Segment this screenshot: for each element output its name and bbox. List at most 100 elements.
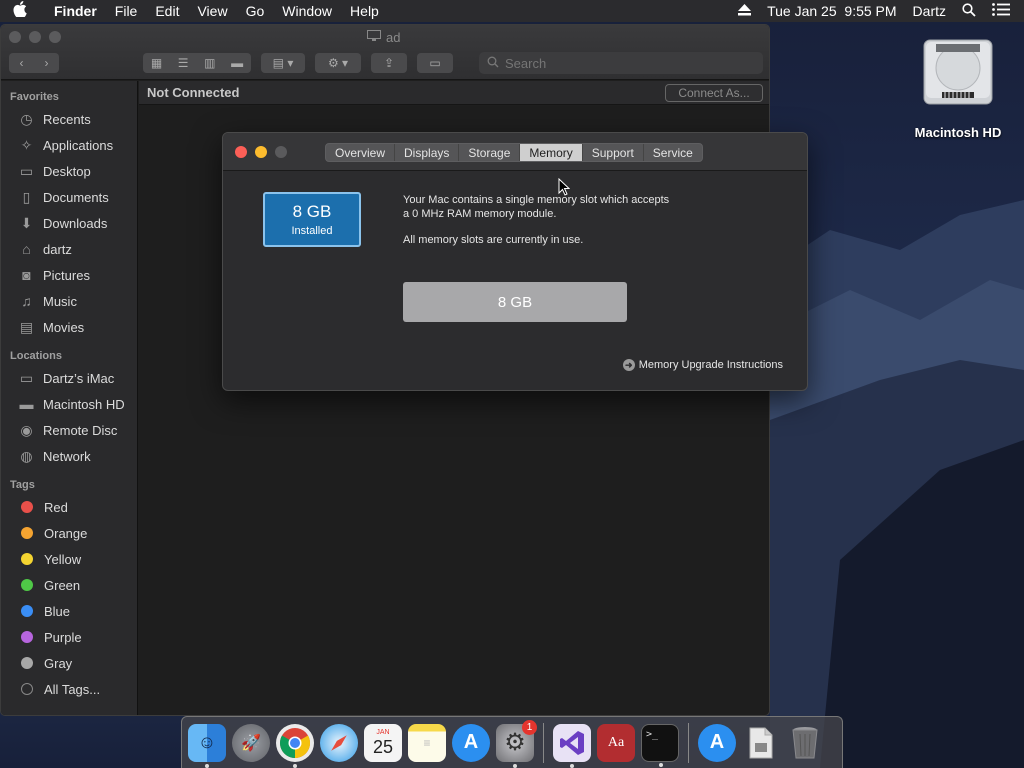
tag-dot-icon: [21, 579, 33, 591]
dialog-zoom-button[interactable]: [275, 146, 287, 158]
sidebar-tag-purple[interactable]: Purple: [1, 624, 137, 650]
sidebar-item-recents[interactable]: ◷ Recents: [1, 106, 137, 132]
tag-dot-icon: [21, 631, 33, 643]
finder-toolbar: ad ‹ › ▦ ☰ ▥ ▬ ▤ ▾ ⚙ ▾ ⇪ ▭: [1, 25, 769, 80]
memory-upgrade-link[interactable]: ➜ Memory Upgrade Instructions: [622, 359, 783, 371]
gallery-view-icon[interactable]: ▬: [231, 56, 243, 70]
dock-launchpad[interactable]: 🚀: [232, 723, 270, 762]
sidebar-tag-gray[interactable]: Gray: [1, 650, 137, 676]
sidebar-item-desktop[interactable]: ▭ Desktop: [1, 158, 137, 184]
tag-button[interactable]: ▭: [417, 53, 453, 73]
dock-app-store[interactable]: A: [452, 723, 490, 762]
clock-text[interactable]: Tue Jan 25 9:55 PM: [759, 3, 904, 19]
dock-dictionary[interactable]: Aa: [597, 723, 635, 762]
connect-as-button[interactable]: Connect As...: [665, 84, 763, 102]
download-icon: ⬇: [20, 214, 33, 231]
sidebar-item-macintosh-hd[interactable]: ▬ Macintosh HD: [1, 391, 137, 417]
action-button[interactable]: ⚙ ▾: [315, 53, 361, 73]
zoom-button[interactable]: [49, 31, 61, 43]
eject-icon[interactable]: [730, 3, 759, 19]
sidebar-item-network[interactable]: ◍ Network: [1, 443, 137, 469]
finder-sidebar: Favorites ◷ Recents ✧ Applications ▭ Deskto…: [1, 81, 138, 715]
sidebar-item-movies[interactable]: ▤ Movies: [1, 314, 137, 340]
imac-icon: ▭: [19, 369, 34, 386]
memory-description-line2: a 0 MHz RAM memory module.: [403, 208, 557, 220]
dialog-minimize-button[interactable]: [255, 146, 267, 158]
sidebar-item-downloads[interactable]: ⬇ Downloads: [1, 210, 137, 236]
dock-notes[interactable]: ≡: [408, 723, 446, 762]
tab-displays[interactable]: Displays: [395, 144, 460, 161]
dock-visual-studio[interactable]: [553, 723, 591, 768]
icon-view-icon[interactable]: ▦: [151, 56, 162, 70]
sidebar-item-label: Recents: [43, 111, 91, 127]
sidebar-all-tags[interactable]: All Tags...: [1, 676, 137, 702]
tab-service[interactable]: Service: [644, 144, 702, 161]
sidebar-item-documents[interactable]: ▯ Documents: [1, 184, 137, 210]
column-view-icon[interactable]: ▥: [204, 56, 215, 70]
sidebar-item-pictures[interactable]: ◙ Pictures: [1, 262, 137, 288]
menu-window[interactable]: Window: [273, 3, 341, 19]
dock-trash[interactable]: [786, 724, 824, 762]
share-button[interactable]: ⇪: [371, 53, 407, 73]
back-arrow-icon[interactable]: ‹: [9, 56, 34, 70]
apple-menu-icon[interactable]: [0, 1, 40, 21]
sidebar-item-applications[interactable]: ✧ Applications: [1, 132, 137, 158]
sidebar-item-label: Documents: [43, 189, 109, 205]
macintosh-hd-desktop-label[interactable]: Macintosh HD: [900, 125, 1016, 140]
tab-memory[interactable]: Memory: [520, 144, 583, 161]
menu-help[interactable]: Help: [341, 3, 388, 19]
sidebar-tag-green[interactable]: Green: [1, 572, 137, 598]
dialog-close-button[interactable]: [235, 146, 247, 158]
dock-terminal[interactable]: >_: [641, 723, 679, 767]
sidebar-item-label: Music: [43, 293, 77, 309]
forward-arrow-icon[interactable]: ›: [34, 56, 59, 70]
running-indicator: [570, 763, 574, 768]
view-mode-buttons: ▦ ☰ ▥ ▬: [143, 53, 251, 73]
dock-document[interactable]: [742, 724, 780, 762]
menu-app-name[interactable]: Finder: [40, 3, 106, 19]
sidebar-item-remote-disc[interactable]: ◉ Remote Disc: [1, 417, 137, 443]
dock-finder[interactable]: ☺: [188, 723, 226, 768]
list-view-icon[interactable]: ☰: [178, 56, 189, 70]
gear-icon: ⚙: [504, 729, 526, 756]
tab-support[interactable]: Support: [583, 144, 644, 161]
menu-go[interactable]: Go: [237, 3, 274, 19]
dock-safari[interactable]: [320, 723, 358, 762]
share-icon: ⇪: [383, 56, 395, 70]
connection-status: Not Connected: [147, 85, 240, 100]
tab-overview[interactable]: Overview: [326, 144, 396, 161]
memory-description-line1: Your Mac contains a single memory slot w…: [403, 194, 670, 206]
sidebar-item-label: Downloads: [43, 215, 108, 231]
memory-upgrade-label: Memory Upgrade Instructions: [638, 359, 783, 371]
tag-dot-icon: [21, 657, 33, 669]
sidebar-tag-yellow[interactable]: Yellow: [1, 546, 137, 572]
minimize-button[interactable]: [29, 31, 41, 43]
dock-system-preferences[interactable]: ⚙ 1: [496, 719, 537, 768]
sidebar-tag-blue[interactable]: Blue: [1, 598, 137, 624]
macintosh-hd-desktop-icon[interactable]: [920, 34, 996, 110]
sidebar-item-imac[interactable]: ▭ Dartz’s iMac: [1, 365, 137, 391]
menu-file[interactable]: File: [106, 3, 147, 19]
tab-storage[interactable]: Storage: [459, 144, 521, 161]
search-field[interactable]: [479, 52, 763, 74]
group-by-button[interactable]: ▤ ▾: [261, 53, 305, 73]
dock-chrome[interactable]: [276, 723, 314, 768]
appstore-icon: A: [463, 731, 479, 753]
menu-edit[interactable]: Edit: [146, 3, 188, 19]
window-title-text: ad: [386, 30, 401, 45]
sidebar-item-music[interactable]: ♫ Music: [1, 288, 137, 314]
sidebar-tag-orange[interactable]: Orange: [1, 520, 137, 546]
spotlight-search-icon[interactable]: [954, 2, 984, 20]
dock-calendar[interactable]: JAN 25: [364, 723, 402, 762]
sidebar-tag-red[interactable]: Red: [1, 494, 137, 520]
sidebar-item-home[interactable]: ⌂ dartz: [1, 236, 137, 262]
memory-slot: 8 GB: [403, 282, 627, 322]
notification-center-icon[interactable]: [984, 3, 1024, 19]
menu-view[interactable]: View: [188, 3, 236, 19]
search-input[interactable]: [505, 55, 745, 71]
close-button[interactable]: [9, 31, 21, 43]
dock-separator: [543, 722, 544, 763]
user-name[interactable]: Dartz: [905, 3, 954, 19]
dock-downloads-stack[interactable]: A: [698, 723, 736, 762]
memory-installed-value: 8 GB: [292, 202, 332, 221]
